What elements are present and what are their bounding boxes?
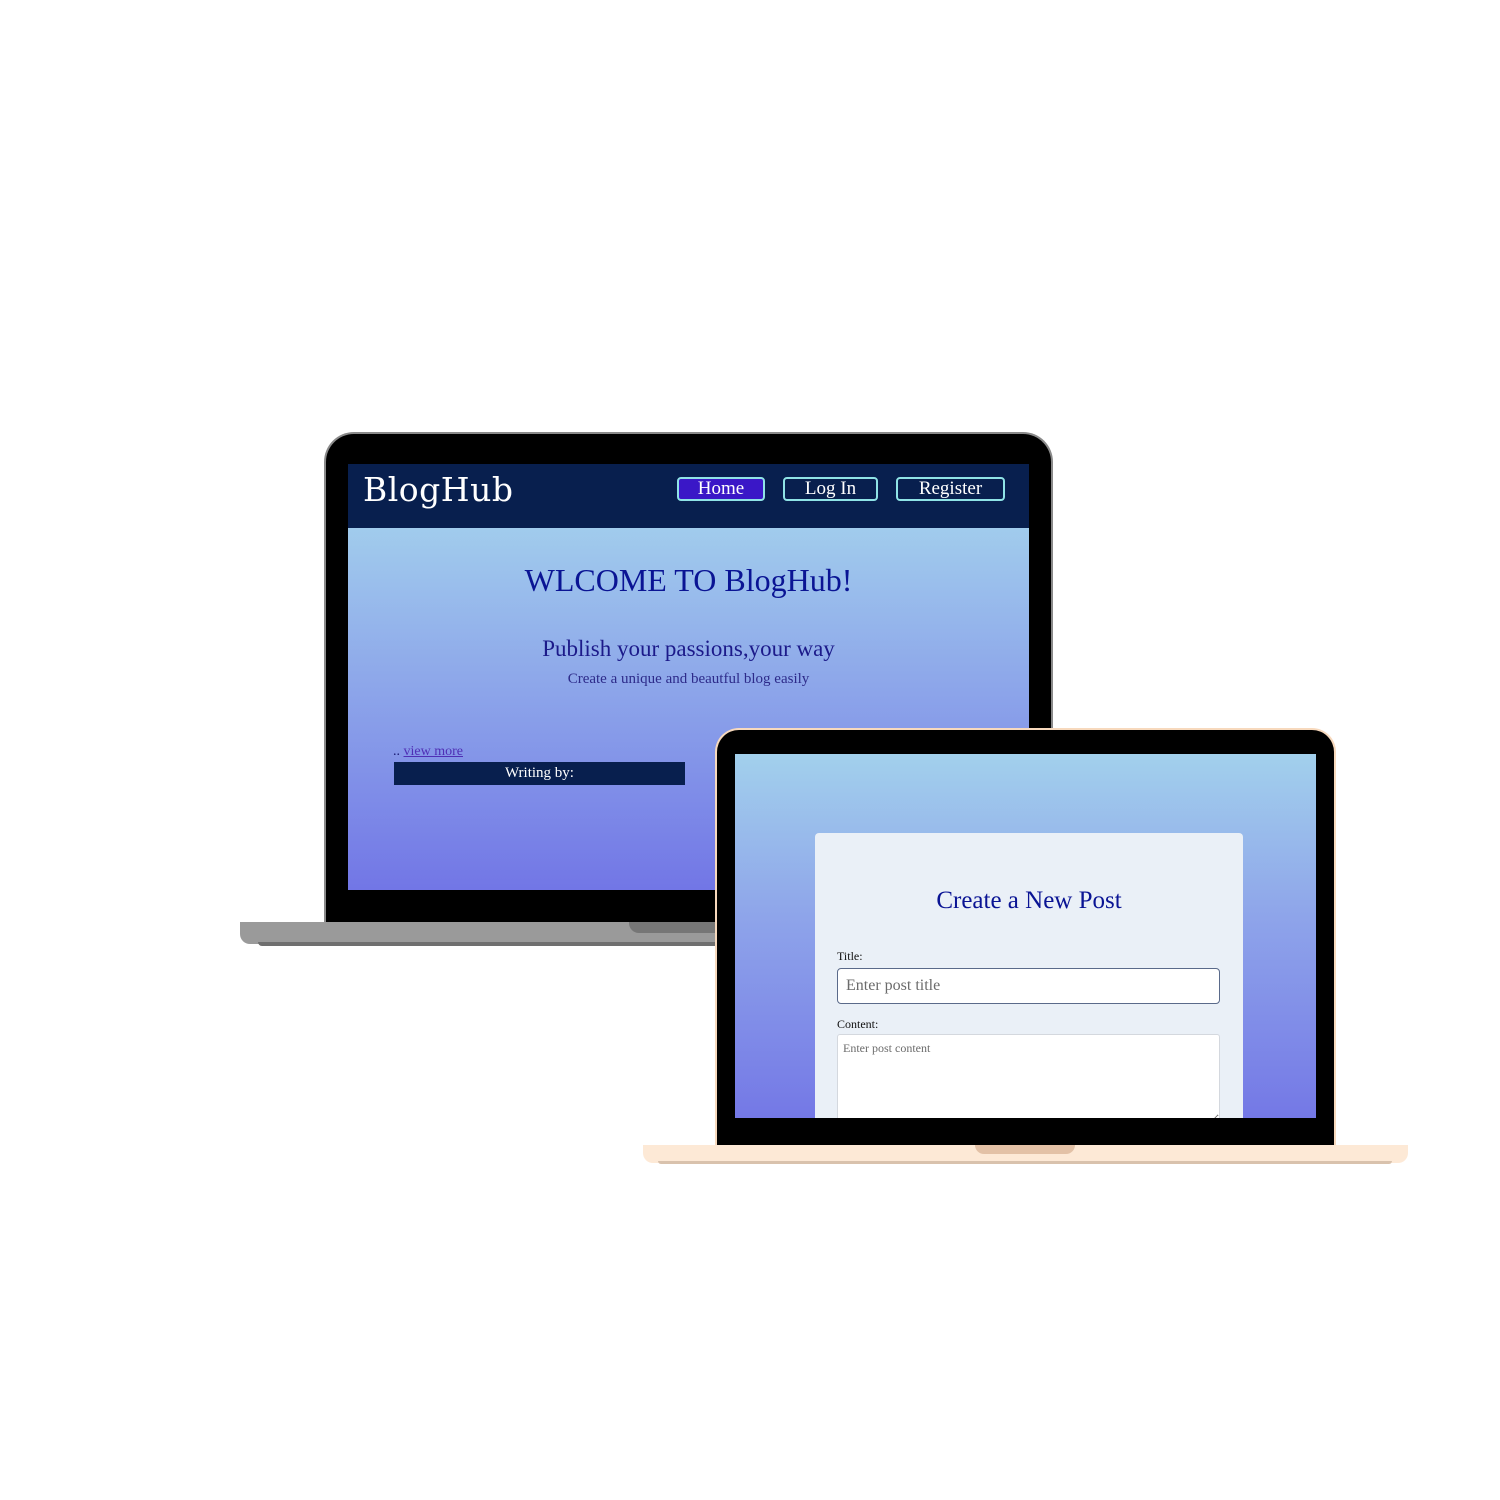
view-more-link[interactable]: view more [404, 744, 463, 759]
post-excerpt: .. view more [393, 744, 463, 760]
navbar: BlogHub Home Log In Register [348, 464, 1029, 528]
nav-register-button[interactable]: Register [896, 477, 1005, 501]
hero-description: Create a unique and beautful blog easily [567, 671, 810, 687]
title-input[interactable] [837, 968, 1220, 1004]
content-label: Content: [837, 1017, 879, 1031]
writing-by-bar: Writing by: [394, 762, 685, 785]
front-laptop-base-shadow [658, 1161, 1392, 1164]
title-label: Title: [837, 949, 863, 963]
create-post-form: Create a New Post Title: Content: [815, 833, 1243, 1118]
nav-login-button[interactable]: Log In [783, 477, 878, 501]
front-laptop-screen: Create a New Post Title: Content: [735, 754, 1316, 1118]
hero-title: WLCOME TO BlogHub! [524, 562, 853, 598]
front-laptop: Create a New Post Title: Content: [715, 728, 1336, 1146]
front-laptop-notch [975, 1145, 1075, 1154]
nav-home-button[interactable]: Home [677, 477, 765, 501]
content-textarea[interactable] [837, 1034, 1220, 1118]
form-heading: Create a New Post [936, 887, 1122, 914]
mockup-canvas: BlogHub Home Log In Register WLCOME TO B… [0, 0, 1500, 1500]
hero-subtitle: Publish your passions,your way [542, 636, 835, 661]
post-excerpt-ellipsis: .. [393, 744, 400, 759]
brand-logo: BlogHub [363, 470, 514, 509]
